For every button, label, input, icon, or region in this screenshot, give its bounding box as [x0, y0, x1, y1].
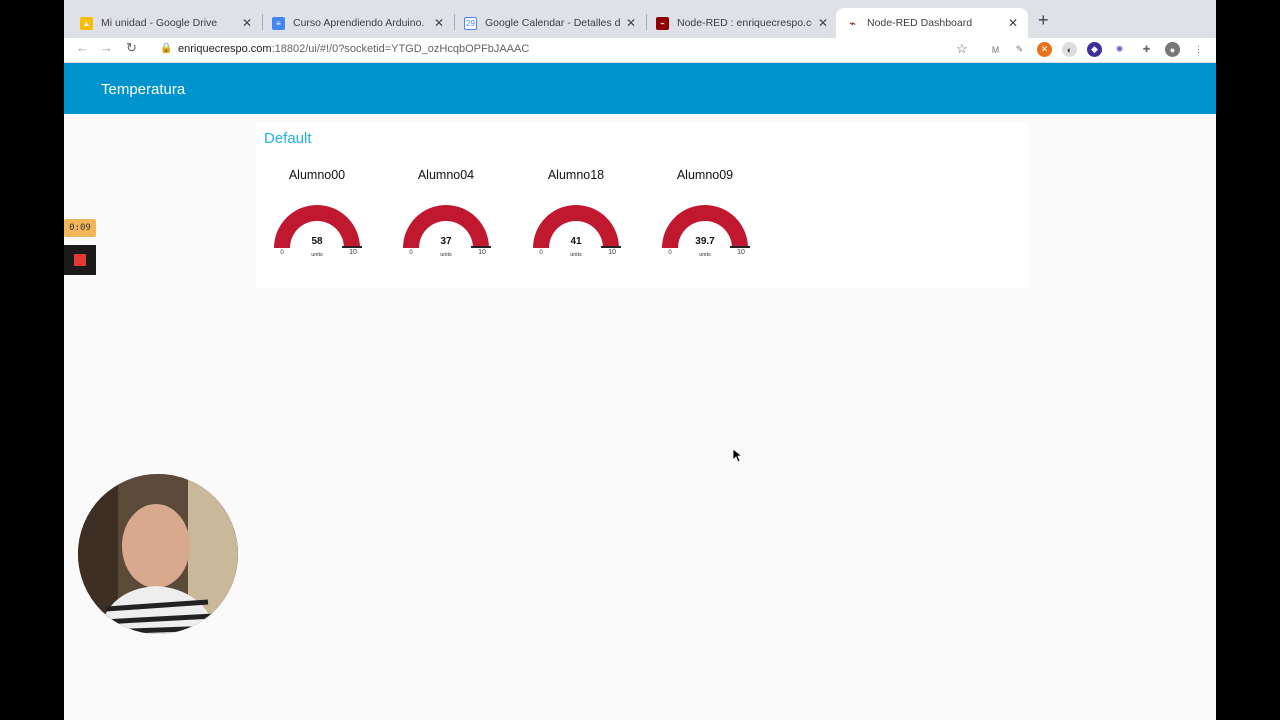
tab-node-red[interactable]: ⌁ Node-RED : enriquecrespo.com ✕ — [646, 8, 838, 38]
gauge-max: 10 — [737, 249, 745, 256]
google-drive-icon: ▲ — [80, 16, 93, 30]
tab-title: Node-RED Dashboard — [867, 17, 973, 29]
extension-icon[interactable]: ◆ — [1087, 42, 1102, 57]
gauge-units: units — [699, 252, 711, 258]
close-icon[interactable]: ✕ — [242, 16, 252, 30]
close-icon[interactable]: ✕ — [434, 16, 444, 30]
gauge-widget: Alumno00 58 units 0 10 — [264, 160, 370, 280]
browser-toolbar: ← → ↻ 🔒 enriquecrespo.com:18802/ui/#!/0?… — [64, 38, 1216, 63]
gauge-value: 58 — [311, 236, 323, 247]
mouse-cursor-icon — [732, 448, 744, 468]
gauge-max: 10 — [478, 249, 486, 256]
group-title: Default — [264, 130, 312, 147]
gauge-dial: 37 units 0 10 — [403, 205, 491, 258]
avatar[interactable]: ● — [1165, 42, 1180, 57]
forward-icon[interactable]: → — [100, 40, 113, 55]
gauge-units: units — [311, 252, 323, 258]
tab-title: Google Calendar - Detalles del — [485, 17, 620, 29]
page-title: Temperatura — [101, 81, 186, 98]
gauge-needle — [601, 246, 621, 248]
gauge-widget: Alumno18 41 units 0 10 — [523, 160, 629, 280]
gauge-label: Alumno04 — [417, 168, 475, 182]
gauge-needle — [471, 246, 491, 248]
tab-docs[interactable]: ≡ Curso Aprendiendo Arduino. No ✕ — [262, 8, 454, 38]
gauge-value: 39.7 — [695, 236, 715, 247]
tab-title: Curso Aprendiendo Arduino. No — [293, 17, 428, 29]
webcam-overlay — [78, 474, 238, 634]
extension-icon[interactable]: ✺ — [1112, 42, 1127, 57]
eyedropper-extension-icon[interactable]: ✎ — [1012, 42, 1027, 57]
gauge-widget: Alumno09 39.7 units 0 10 — [652, 160, 758, 280]
node-red-icon: ⌁ — [656, 16, 669, 30]
url-host: enriquecrespo.com — [178, 43, 272, 55]
close-icon[interactable]: ✕ — [1008, 16, 1018, 30]
gmail-extension-icon[interactable]: M — [988, 42, 1003, 57]
dark-mode-extension-icon[interactable]: ◐ — [1062, 42, 1077, 57]
extension-icon[interactable]: ✕ — [1037, 42, 1052, 57]
address-bar[interactable]: enriquecrespo.com:18802/ui/#!/0?socketid… — [178, 43, 529, 55]
gauge-label: Alumno09 — [676, 168, 734, 182]
gauge-min: 0 — [280, 250, 284, 256]
stop-recording-button[interactable] — [64, 245, 96, 275]
reload-icon[interactable]: ↻ — [126, 40, 137, 56]
gauge-max: 10 — [608, 249, 616, 256]
gauge-max: 10 — [349, 249, 357, 256]
bookmark-star-icon[interactable]: ☆ — [956, 41, 968, 57]
menu-icon[interactable]: ⋮ — [1191, 42, 1206, 57]
url-path: :18802/ui/#!/0?socketid=YTGD_ozHcqbOPFbJ… — [271, 43, 530, 55]
gauge-dial: 41 units 0 10 — [533, 205, 621, 258]
gauge-units: units — [440, 252, 452, 258]
group-card: Default Alumno00 58 units 0 10 Alumno04 … — [256, 122, 1028, 288]
stop-icon — [74, 254, 86, 266]
tab-bar: ▲ Mi unidad - Google Drive ✕ ≡ Curso Apr… — [64, 0, 1216, 38]
tab-calendar[interactable]: 29 Google Calendar - Detalles del ✕ — [454, 8, 646, 38]
new-tab-button[interactable]: + — [1038, 10, 1049, 31]
dashboard-header: Temperatura — [64, 63, 1216, 114]
gauge-value: 37 — [440, 236, 452, 247]
tab-title: Mi unidad - Google Drive — [101, 17, 218, 29]
gauge-needle — [730, 246, 750, 248]
back-icon[interactable]: ← — [76, 40, 89, 55]
google-docs-icon: ≡ — [272, 16, 285, 30]
recording-timer: 0:09 — [64, 219, 96, 237]
lock-icon: 🔒 — [160, 43, 173, 54]
gauge-dial: 39.7 units 0 10 — [662, 205, 750, 258]
google-calendar-icon: 29 — [464, 16, 477, 30]
gauge-min: 0 — [668, 250, 672, 256]
node-red-icon: ⌁ — [846, 16, 859, 30]
close-icon[interactable]: ✕ — [818, 16, 828, 30]
gauge-widget: Alumno04 37 units 0 10 — [393, 160, 499, 280]
extensions-puzzle-icon[interactable]: ✚ — [1139, 42, 1154, 57]
gauge-needle — [342, 246, 362, 248]
gauge-label: Alumno18 — [547, 168, 605, 182]
gauge-min: 0 — [409, 250, 413, 256]
gauge-units: units — [570, 252, 582, 258]
tab-node-red-dashboard[interactable]: ⌁ Node-RED Dashboard ✕ — [836, 8, 1028, 38]
browser-window: ▲ Mi unidad - Google Drive ✕ ≡ Curso Apr… — [64, 0, 1216, 720]
gauge-value: 41 — [570, 236, 582, 247]
person-icon — [78, 474, 238, 634]
gauge-label: Alumno00 — [288, 168, 346, 182]
tab-google-drive[interactable]: ▲ Mi unidad - Google Drive ✕ — [70, 8, 262, 38]
tab-title: Node-RED : enriquecrespo.com — [677, 17, 812, 29]
gauge-min: 0 — [539, 250, 543, 256]
close-icon[interactable]: ✕ — [626, 16, 636, 30]
gauge-dial: 58 units 0 10 — [274, 205, 362, 258]
